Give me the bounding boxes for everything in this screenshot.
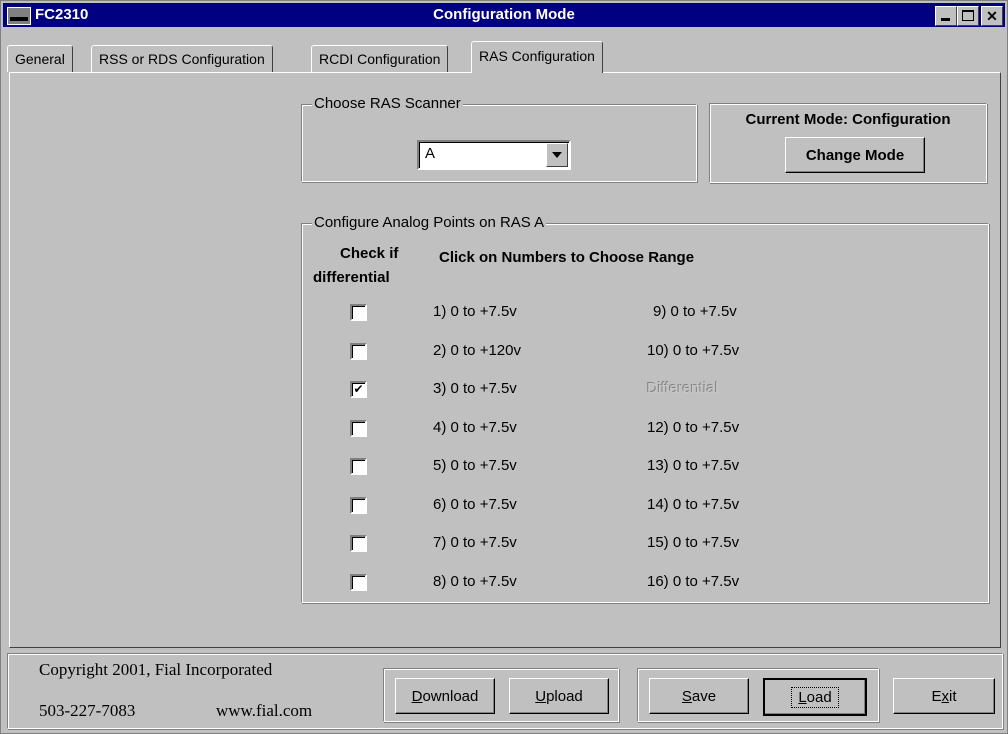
differential-checkbox[interactable] — [350, 573, 367, 591]
range-right[interactable]: 14) 0 to +7.5v — [647, 496, 739, 513]
differential-checkbox[interactable] — [350, 419, 367, 437]
range-left[interactable]: 7) 0 to +7.5v — [433, 534, 517, 551]
tab-general[interactable]: General — [7, 45, 73, 72]
differential-checkbox[interactable] — [350, 458, 367, 475]
exit-button[interactable]: Exit — [893, 678, 995, 714]
scanner-select-value: A — [425, 145, 436, 162]
range-right[interactable]: 10) 0 to +7.5v — [647, 342, 739, 359]
range-right[interactable]: 9) 0 to +7.5v — [653, 303, 737, 320]
copyright-text: Copyright 2001, Fial Incorporated — [39, 660, 273, 679]
analog-group-label: Configure Analog Points on RAS A — [312, 214, 547, 231]
range-left[interactable]: 5) 0 to +7.5v — [433, 457, 517, 474]
check-header-line1: Check if — [340, 245, 399, 262]
scanner-group: Choose RAS Scanner A — [301, 95, 697, 182]
download-button[interactable]: Download — [395, 678, 495, 714]
differential-checkbox[interactable] — [350, 304, 367, 321]
range-left[interactable]: 6) 0 to +7.5v — [433, 496, 517, 513]
exit-label-post: it — [949, 687, 957, 705]
range-right[interactable]: 15) 0 to +7.5v — [647, 534, 739, 551]
exit-accel: x — [941, 687, 950, 705]
range-left[interactable]: 4) 0 to +7.5v — [433, 419, 517, 436]
title-bar[interactable]: FC2310 Configuration Mode ✕ — [3, 3, 1005, 27]
close-button[interactable]: ✕ — [981, 6, 1003, 26]
upload-button[interactable]: Upload — [509, 678, 609, 714]
range-right[interactable]: 16) 0 to +7.5v — [647, 573, 739, 590]
differential-checkbox[interactable] — [350, 535, 367, 552]
check-header-line2: differential — [313, 269, 390, 286]
load-label: oad — [806, 688, 832, 706]
differential-label: Differential — [647, 380, 719, 397]
upload-accel: U — [535, 687, 547, 705]
exit-label-pre: E — [931, 687, 942, 705]
load-button[interactable]: Load — [763, 678, 867, 716]
change-mode-button[interactable]: Change Mode — [785, 137, 925, 173]
range-right[interactable]: 12) 0 to +7.5v — [647, 419, 739, 436]
analog-group: Configure Analog Points on RAS A — [301, 214, 989, 603]
save-button[interactable]: Save — [649, 678, 749, 714]
download-accel: D — [411, 687, 423, 705]
maximize-button[interactable] — [957, 6, 979, 26]
range-header: Click on Numbers to Choose Range — [439, 249, 695, 266]
differential-checkbox[interactable] — [350, 342, 367, 360]
tab-rss-rds-configuration[interactable]: RSS or RDS Configuration — [91, 45, 273, 72]
scanner-group-label: Choose RAS Scanner — [312, 95, 463, 112]
range-right[interactable]: 13) 0 to +7.5v — [647, 457, 739, 474]
tab-rcdi-configuration[interactable]: RCDI Configuration — [311, 45, 449, 72]
mode-box: Current Mode: Configuration Change Mode — [709, 103, 987, 183]
differential-checkbox[interactable]: ✔ — [350, 381, 367, 398]
phone-text: 503-227-7083 — [39, 701, 136, 720]
range-left[interactable]: 3) 0 to +7.5v — [433, 380, 517, 397]
load-accel: L — [798, 688, 807, 706]
differential-checkbox[interactable] — [350, 496, 367, 514]
range-left[interactable]: 8) 0 to +7.5v — [433, 573, 517, 590]
window-title: Configuration Mode — [433, 6, 575, 23]
save-label: ave — [691, 687, 717, 705]
save-accel: S — [681, 687, 692, 705]
upload-label: pload — [546, 687, 583, 705]
range-left[interactable]: 1) 0 to +7.5v — [433, 303, 517, 320]
download-label: ownload — [422, 687, 479, 705]
website-link[interactable]: www.fial.com — [216, 701, 312, 721]
main-window: FC2310 Configuration Mode ✕ General RSS … — [0, 0, 1008, 734]
tab-ras-configuration[interactable]: RAS Configuration — [471, 41, 603, 73]
dropdown-arrow-icon[interactable] — [546, 143, 568, 167]
range-left[interactable]: 2) 0 to +120v — [433, 342, 521, 359]
minimize-button[interactable] — [935, 6, 957, 26]
current-mode-label: Current Mode: Configuration — [745, 111, 951, 128]
scanner-select[interactable]: A — [417, 140, 571, 170]
